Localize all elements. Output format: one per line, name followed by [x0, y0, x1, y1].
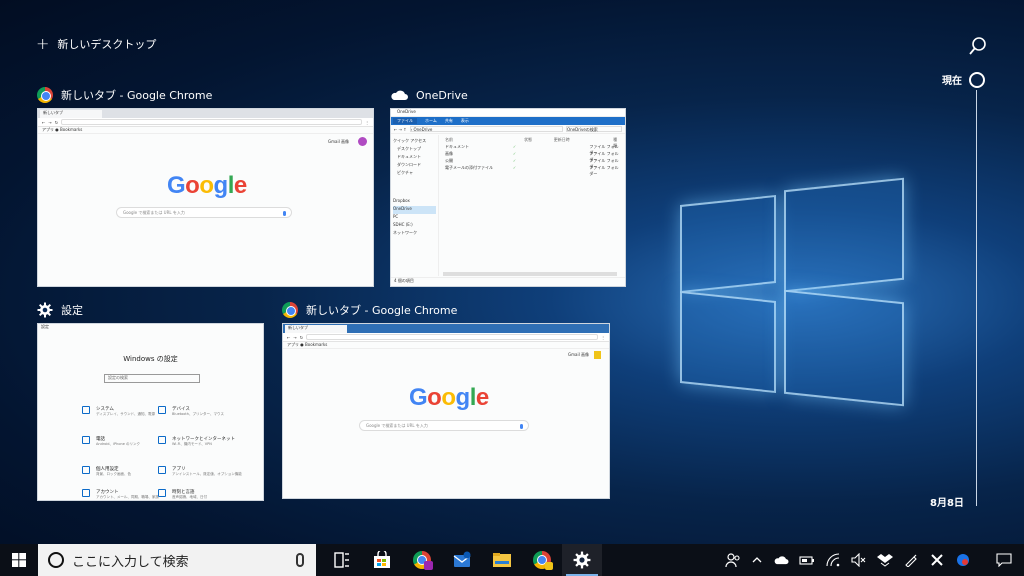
new-desktop-button[interactable]: + 新しいデスクトップ [36, 36, 156, 52]
window-card-chrome-1[interactable]: 新しいタブ - Google Chrome 新しいタブ ← → ↻ ⋮ アプリ ● B… [37, 86, 374, 287]
explorer-file-list: 名前 状態 更新日時 種類 ドキュメント ✓ ファイル フォルダー 画像 ✓ ファイル フォル… [445, 137, 619, 176]
timeline-now-label: 現在 [942, 76, 962, 87]
window-thumbnail[interactable]: 新しいタブ ← → ↻ ⋮ アプリ ● Bookmarks Gmail 画像 Goog… [282, 323, 610, 499]
settings-search-box: 設定の検索 [104, 374, 200, 383]
window-title: 新しいタブ - Google Chrome [306, 304, 458, 317]
settings-item: アプリ アンインストール、既定値、オプション機能 [158, 466, 248, 477]
google-logo: Google [409, 384, 489, 411]
volume-muted-icon[interactable] [846, 544, 872, 576]
taskbar-search-box[interactable]: ここに入力して検索 [38, 544, 316, 576]
explorer-nav-pane: クイック アクセス デスクトップ ドキュメント ダウンロード ピクチャ Drop… [391, 135, 439, 276]
windows-logo-wallpaper [660, 170, 920, 410]
taskbar-store[interactable] [362, 544, 402, 576]
window-thumbnail[interactable]: 設定 Windows の設定 設定の検索 システム ディスプレイ、サウンド、通知、… [37, 323, 264, 501]
timeline-track [976, 90, 977, 506]
bookmarks-bar: アプリ ● Bookmarks [283, 342, 609, 349]
timeline-date-label[interactable]: 8月8日 [930, 494, 964, 509]
action-center-button[interactable] [984, 544, 1024, 576]
window-card-chrome-2[interactable]: 新しいタブ - Google Chrome 新しいタブ ← → ↻ ⋮ アプリ ● B… [282, 301, 610, 499]
taskbar: ここに入力して検索 [0, 544, 1024, 576]
settings-item: デバイス Bluetooth、プリンター、マウス [158, 406, 248, 417]
window-card-settings[interactable]: 設定 設定 Windows の設定 設定の検索 システム ディスプレイ、サウンド、… [37, 301, 264, 501]
explorer-ribbon: ファイル ホーム 共有 表示 [391, 117, 625, 125]
browser-tab: 新しいタブ [40, 110, 102, 118]
windows-start-icon [12, 553, 26, 567]
explorer-titlebar: OneDrive [391, 109, 625, 117]
people-icon[interactable] [720, 544, 746, 576]
battery-icon[interactable] [794, 544, 820, 576]
dropbox-icon[interactable] [872, 544, 898, 576]
explorer-address-row: ← → ↑ › OneDrive OneDriveの検索 [391, 125, 625, 134]
x-icon[interactable] [924, 544, 950, 576]
chrome-icon [37, 87, 53, 103]
chrome-icon [282, 302, 298, 318]
window-thumbnail[interactable]: OneDrive ファイル ホーム 共有 表示 ← → ↑ › OneDrive On… [390, 108, 626, 287]
bookmarks-bar: アプリ ● Bookmarks [38, 127, 373, 134]
timeline-search-icon[interactable] [968, 36, 988, 56]
notification-icon [996, 553, 1012, 567]
wifi-icon[interactable] [820, 544, 846, 576]
settings-item: 時刻と言語 音声認識、地域、日付 [158, 489, 248, 500]
edge-icon[interactable] [950, 544, 976, 576]
top-links: Gmail 画像 [328, 139, 349, 144]
address-bar [61, 119, 362, 125]
top-links: Gmail 画像 [568, 352, 589, 357]
new-desktop-label: 新しいデスクトップ [57, 38, 157, 51]
explorer-scrollbar [443, 272, 617, 276]
google-search-box: Google で検索または URL を入力 [359, 420, 529, 431]
settings-titlebar: 設定 [41, 324, 49, 329]
avatar [594, 351, 601, 359]
onedrive-cloud-icon [391, 90, 408, 100]
task-view-icon [334, 552, 349, 568]
folder-icon [493, 553, 511, 567]
window-thumbnail[interactable]: 新しいタブ ← → ↻ ⋮ アプリ ● Bookmarks Gmail 画像 Goog… [37, 108, 374, 287]
taskbar-outlook[interactable] [442, 544, 482, 576]
taskbar-chrome-2[interactable] [522, 544, 562, 576]
window-title: 新しいタブ - Google Chrome [61, 89, 213, 102]
show-hidden-icons-chevron-icon[interactable] [746, 544, 768, 576]
settings-heading: Windows の設定 [123, 355, 178, 363]
settings-item: ネットワークとインターネット Wi-Fi、機内モード、VPN [158, 436, 248, 447]
timeline-scrubber[interactable] [969, 72, 985, 88]
mail-icon [453, 551, 471, 567]
taskbar-file-explorer[interactable] [482, 544, 522, 576]
google-logo: Google [167, 172, 247, 199]
settings-gear-icon [573, 551, 591, 569]
taskbar-settings[interactable] [562, 544, 602, 576]
taskbar-chrome-1[interactable] [402, 544, 442, 576]
settings-gear-icon [37, 302, 53, 318]
cortana-icon [48, 552, 64, 568]
window-title: OneDrive [416, 88, 468, 102]
system-tray [720, 544, 1024, 576]
address-bar [306, 334, 598, 340]
task-view-button[interactable] [322, 544, 362, 576]
store-icon [374, 551, 390, 568]
plus-icon: + [36, 34, 50, 53]
explorer-status-bar: 4 個の項目 [391, 277, 625, 286]
profile-badge-icon [545, 562, 553, 570]
window-title: 設定 [61, 304, 83, 317]
microphone-icon[interactable] [296, 553, 304, 567]
start-button[interactable] [0, 544, 38, 576]
google-search-box: Google で検索または URL を入力 [116, 207, 292, 218]
profile-badge-icon [424, 561, 433, 570]
avatar [358, 137, 367, 146]
pen-workspace-icon[interactable] [898, 544, 924, 576]
taskbar-search-placeholder: ここに入力して検索 [72, 554, 189, 570]
window-card-onedrive[interactable]: OneDrive OneDrive ファイル ホーム 共有 表示 ← → ↑ › On… [390, 86, 626, 287]
onedrive-cloud-icon[interactable] [768, 544, 794, 576]
browser-tab: 新しいタブ [285, 325, 347, 333]
